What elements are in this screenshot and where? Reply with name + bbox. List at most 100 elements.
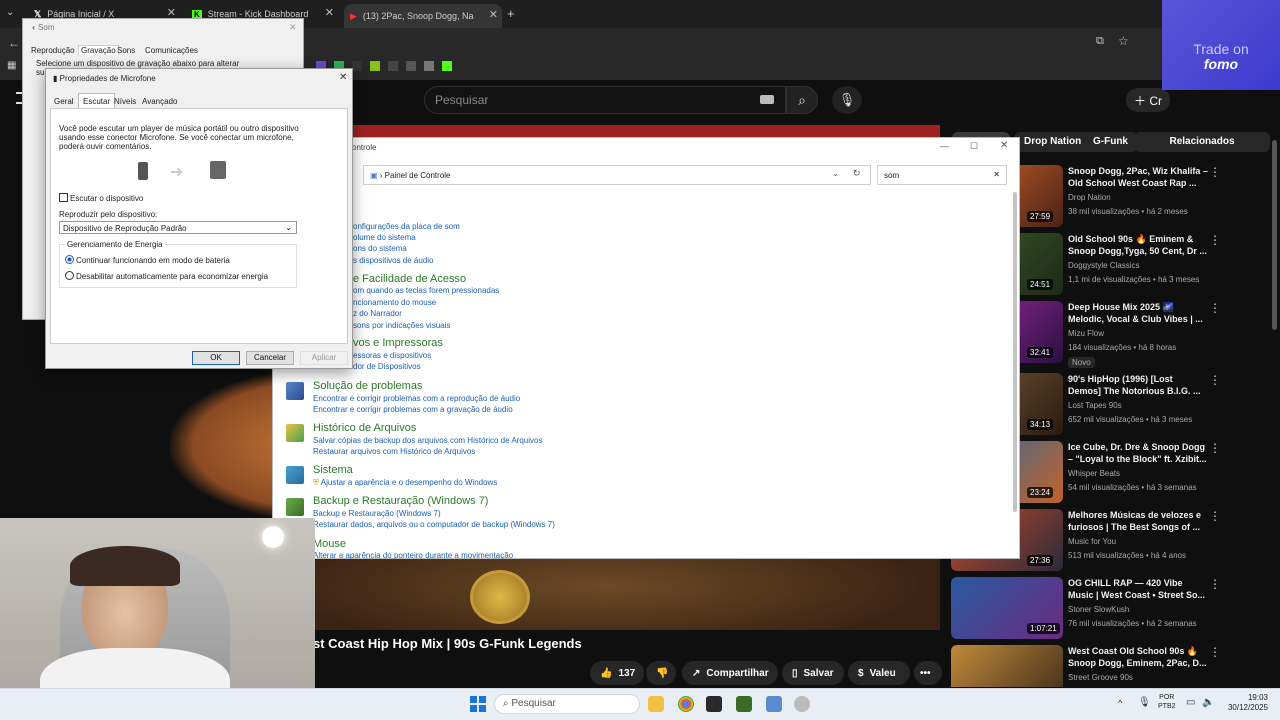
cp-link[interactable]: Encontrar e corrigir problemas com a gra… — [313, 405, 513, 414]
cp-link[interactable]: om quando as teclas forem pressionadas — [353, 286, 499, 295]
power-radio-2-label[interactable]: Desabilitar automaticamente para economi… — [76, 272, 268, 281]
chevron-down-icon[interactable]: ⌄ — [832, 169, 839, 178]
chip-relacionados[interactable]: Relacionados — [1134, 132, 1270, 152]
cancel-button[interactable]: Cancelar — [246, 351, 294, 365]
bookmark-icon[interactable] — [388, 61, 398, 71]
search-input[interactable]: Pesquisar — [424, 86, 786, 114]
cp-link[interactable]: sons por indicações visuais — [353, 321, 450, 330]
file-explorer-icon[interactable] — [648, 696, 664, 712]
tab-youtube[interactable]: ▶ (13) 2Pac, Snoop Dogg, Na ✕ — [344, 4, 502, 28]
app-icon[interactable] — [736, 696, 752, 712]
playback-select[interactable]: Dispositivo de Reprodução Padrão ⌄ — [59, 221, 297, 234]
tab-comunicacoes[interactable]: Comunicações — [145, 46, 198, 55]
channel-name[interactable]: Mizu Flow — [1068, 329, 1104, 338]
recommendation-title[interactable]: West Coast Old School 90s 🔥 Snoop Dogg, … — [1068, 645, 1208, 669]
channel-name[interactable]: Drop Nation — [1068, 193, 1111, 202]
power-radio-1[interactable] — [65, 255, 74, 264]
recommendation-item[interactable]: 1:07:21 OG CHILL RAP — 420 Vibe Music | … — [951, 577, 1271, 641]
more-vert-icon[interactable]: ⋮ — [1209, 509, 1221, 523]
bookmark-icon[interactable] — [424, 61, 434, 71]
refresh-icon[interactable]: ↻ — [853, 168, 861, 179]
cp-link[interactable]: Encontrar e corrigir problemas com a rep… — [313, 394, 520, 403]
bookmark-icon[interactable] — [352, 61, 362, 71]
clock[interactable]: 19:03 30/12/2025 — [1222, 693, 1268, 713]
close-icon[interactable]: ✕ — [1000, 140, 1008, 151]
channel-name[interactable]: Music for You — [1068, 537, 1116, 546]
breadcrumb[interactable]: Painel de Controle — [385, 171, 451, 180]
recommendation-title[interactable]: Deep House Mix 2025 🌌 Melodic, Vocal & C… — [1068, 301, 1208, 325]
recommendation-title[interactable]: 90's HipHop (1996) [Lost Demos] The Noto… — [1068, 373, 1208, 397]
power-radio-2[interactable] — [65, 271, 74, 280]
address-bar[interactable]: ▣ › Painel de Controle — [363, 165, 871, 185]
chip-drop-nation[interactable]: Drop Nation — [1014, 132, 1092, 152]
more-actions-button[interactable]: ••• — [914, 661, 942, 685]
power-radio-1-label[interactable]: Continuar funcionando em modo de bateria — [76, 256, 230, 265]
apply-button[interactable]: Aplicar — [300, 351, 348, 365]
cp-link[interactable]: Backup e Restauração (Windows 7) — [313, 509, 441, 518]
cp-link[interactable]: Salvar cópias de backup dos arquivos com… — [313, 436, 542, 445]
scrollbar[interactable] — [1272, 140, 1277, 330]
chrome-icon[interactable] — [678, 696, 694, 712]
bookmark-icon[interactable] — [442, 61, 452, 71]
chip-g-funk[interactable]: G-Funk — [1083, 132, 1138, 152]
channel-name[interactable]: Whisper Beats — [1068, 469, 1120, 478]
ok-button[interactable]: OK — [192, 351, 240, 365]
more-vert-icon[interactable]: ⋮ — [1209, 577, 1221, 591]
apps-icon[interactable]: ▦ — [7, 60, 16, 71]
tab-reproducao[interactable]: Reprodução — [31, 46, 75, 55]
new-tab-button[interactable]: + — [507, 6, 515, 21]
more-vert-icon[interactable]: ⋮ — [1209, 301, 1221, 315]
language-indicator[interactable]: POR PTB2 — [1158, 693, 1176, 711]
network-icon[interactable]: ▭ — [1186, 697, 1195, 708]
recommendation-title[interactable]: Snoop Dogg, 2Pac, Wiz Khalifa – Old Scho… — [1068, 165, 1208, 189]
more-vert-icon[interactable]: ⋮ — [1209, 373, 1221, 387]
more-vert-icon[interactable]: ⋮ — [1209, 165, 1221, 179]
listen-checkbox[interactable] — [59, 193, 68, 202]
chevron-up-icon[interactable]: ^ — [1118, 698, 1122, 708]
cp-section-header[interactable]: e Facilidade de Acesso — [353, 273, 466, 285]
recommendation-title[interactable]: OG CHILL RAP — 420 Vibe Music | West Coa… — [1068, 577, 1208, 601]
cp-link[interactable]: dor de Dispositivos — [353, 362, 421, 371]
more-vert-icon[interactable]: ⋮ — [1209, 233, 1221, 247]
install-icon[interactable]: ⧉ — [1096, 35, 1104, 48]
cp-link[interactable]: Alterar a aparência do ponteiro durante … — [313, 551, 513, 560]
start-icon[interactable] — [470, 696, 486, 712]
tab-niveis[interactable]: Níveis — [114, 97, 136, 106]
close-icon[interactable]: ✕ — [289, 22, 297, 33]
bookmark-icon[interactable] — [370, 61, 380, 71]
search-button[interactable]: ⌕ — [786, 86, 818, 114]
cp-link[interactable]: ⛨ Ajustar a aparência e o desempenho do … — [313, 478, 497, 488]
channel-name[interactable]: Stoner SlowKush — [1068, 605, 1129, 614]
share-button[interactable]: ↗ Compartilhar — [682, 661, 778, 685]
cp-link[interactable]: Restaurar dados, arquivos ou o computado… — [313, 520, 555, 529]
cp-link[interactable]: ncionamento do mouse — [353, 298, 436, 307]
channel-name[interactable]: Doggystyle Classics — [1068, 261, 1140, 270]
recommendation-title[interactable]: Ice Cube, Dr. Dre & Snoop Dogg – "Loyal … — [1068, 441, 1208, 465]
star-icon[interactable]: ☆ — [1118, 34, 1129, 48]
save-button[interactable]: ▯ Salvar — [782, 661, 844, 685]
cp-section-header[interactable]: Sistema — [313, 464, 353, 476]
cp-section-header[interactable]: vos e Impressoras — [353, 337, 443, 349]
cp-section-header[interactable]: Mouse — [313, 538, 346, 550]
dislike-button[interactable]: 👎 — [646, 661, 676, 685]
cp-link[interactable]: essoras e dispositivos — [353, 351, 431, 360]
clear-icon[interactable]: ✕ — [993, 170, 1000, 179]
cp-link[interactable]: Restaurar arquivos com Histórico de Arqu… — [313, 447, 475, 456]
tab-search-icon[interactable]: ⌄ — [6, 7, 14, 18]
more-vert-icon[interactable]: ⋮ — [1209, 645, 1221, 659]
cp-scrollbar[interactable] — [1013, 192, 1017, 512]
mic-tray-icon[interactable]: 🎙 — [1138, 697, 1151, 708]
cp-link[interactable]: z do Narrador — [353, 309, 402, 318]
maximize-icon[interactable]: ☐ — [970, 141, 978, 152]
create-button[interactable]: ＋ Cr — [1126, 88, 1170, 112]
keyboard-icon[interactable] — [760, 95, 774, 104]
recommendation-item[interactable]: West Coast Old School 90s 🔥 Snoop Dogg, … — [951, 645, 1271, 687]
recommendation-title[interactable]: Old School 90s 🔥 Eminem & Snoop Dogg,Tyg… — [1068, 233, 1208, 257]
tab-gravacao[interactable]: Gravação — [78, 45, 119, 55]
control-panel-search[interactable]: som ✕ — [877, 165, 1007, 185]
taskbar-search[interactable]: ⌕ Pesquisar — [494, 694, 640, 714]
channel-name[interactable]: Street Groove 90s — [1068, 673, 1133, 682]
cp-link[interactable]: onfigurações da placa de som — [353, 222, 460, 231]
cp-section-header[interactable]: Backup e Restauração (Windows 7) — [313, 495, 488, 507]
video-thumbnail[interactable] — [951, 645, 1063, 687]
